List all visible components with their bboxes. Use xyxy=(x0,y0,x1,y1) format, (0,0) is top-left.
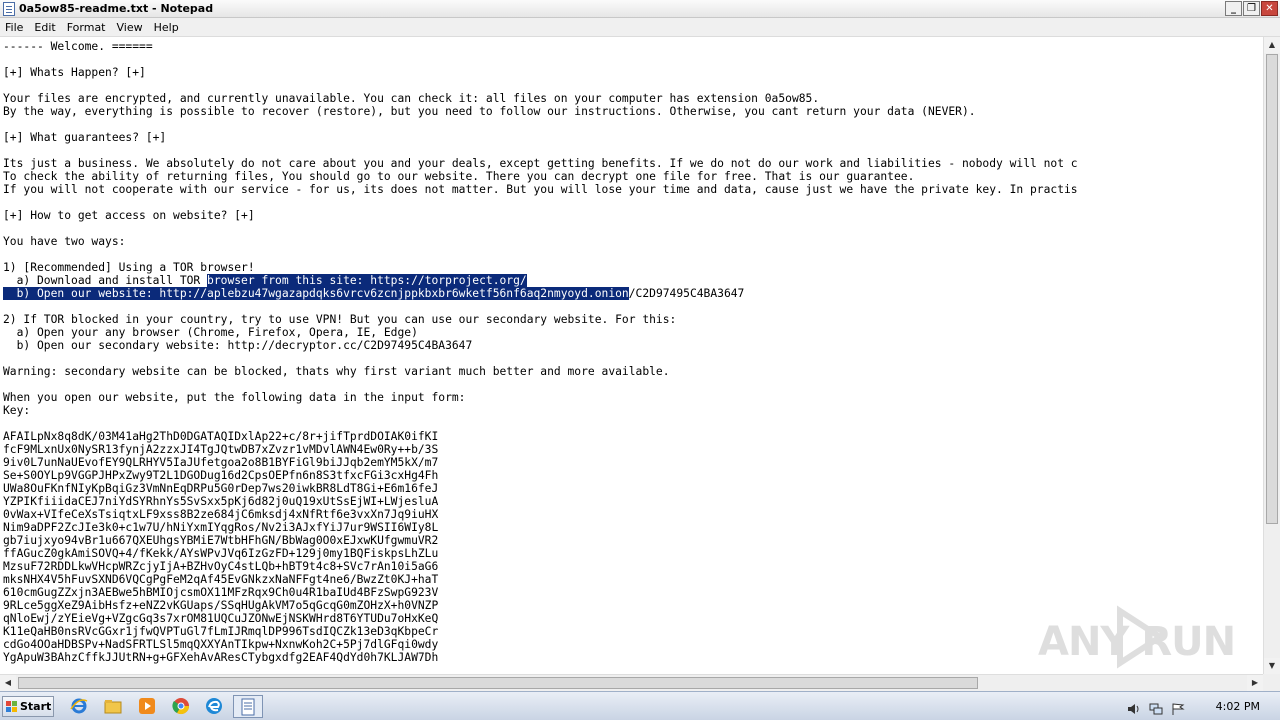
media-player-icon[interactable] xyxy=(138,697,156,715)
vertical-scroll-thumb[interactable] xyxy=(1266,54,1278,524)
notepad-taskbar-button[interactable] xyxy=(233,695,263,718)
text-line[interactable]: fcF9MLxnUx0NySR13fynjA2zzxJI4TgJQtwDB7xZ… xyxy=(3,443,1078,456)
text-line[interactable] xyxy=(3,417,1078,430)
text-line[interactable] xyxy=(3,222,1078,235)
menu-bar: File Edit Format View Help xyxy=(0,18,1280,37)
text-line[interactable] xyxy=(3,53,1078,66)
start-label: Start xyxy=(20,700,52,713)
start-button[interactable]: Start xyxy=(2,696,54,717)
edge-icon[interactable] xyxy=(205,697,223,715)
text-line[interactable]: a) Download and install TOR browser from… xyxy=(3,274,1078,287)
text-line[interactable]: 610cmGugZZxjn3AEBwe5hBMIOjcsmOX11MFzRqx9… xyxy=(3,586,1078,599)
text-line[interactable]: You have two ways: xyxy=(3,235,1078,248)
text-line[interactable]: 9RLce5ggXeZ9AibHsfz+eNZ2vKGUaps/SSqHUgAk… xyxy=(3,599,1078,612)
system-tray: 4:02 PM xyxy=(1115,692,1280,720)
taskbar-clock[interactable]: 4:02 PM xyxy=(1216,700,1260,713)
scroll-right-icon[interactable]: ▶ xyxy=(1247,675,1263,691)
text-line[interactable]: cdGo4OOaHDBSPv+NadSFRTLSl5mqQXXYAnTIkpw+… xyxy=(3,638,1078,651)
volume-icon[interactable] xyxy=(1127,700,1141,714)
text-line[interactable]: 0vWax+VIfeCeXsTsiqtxLF9xss8B2ze684jC6mks… xyxy=(3,508,1078,521)
text-line[interactable]: K11eQaHB0nsRVcGGxr1jfwQVPTuGl7fLmIJRmqlD… xyxy=(3,625,1078,638)
menu-file[interactable]: File xyxy=(0,18,29,37)
menu-edit[interactable]: Edit xyxy=(29,18,61,37)
explorer-icon[interactable] xyxy=(104,697,122,715)
scroll-left-icon[interactable]: ◀ xyxy=(0,675,16,691)
text-line[interactable] xyxy=(3,352,1078,365)
text-editor[interactable]: ------ Welcome. ====== [+] Whats Happen? … xyxy=(0,37,1263,674)
text-line[interactable] xyxy=(3,300,1078,313)
scroll-down-icon[interactable]: ▼ xyxy=(1264,658,1280,674)
text-line[interactable]: When you open our website, put the follo… xyxy=(3,391,1078,404)
text-line[interactable]: 1) [Recommended] Using a TOR browser! xyxy=(3,261,1078,274)
text-line[interactable]: If you will not cooperate with our servi… xyxy=(3,183,1078,196)
window-controls: _ ❐ ✕ xyxy=(1224,1,1278,17)
line-text: /C2D97495C4BA3647 xyxy=(628,287,745,300)
text-line[interactable]: [+] How to get access on website? [+] xyxy=(3,209,1078,222)
vertical-scrollbar[interactable]: ▲ ▼ xyxy=(1263,37,1280,674)
notepad-icon[interactable] xyxy=(3,2,15,16)
taskbar: Start 4:02 PM xyxy=(0,691,1280,720)
text-line[interactable]: Your files are encrypted, and currently … xyxy=(3,92,1078,105)
menu-format[interactable]: Format xyxy=(62,18,112,37)
text-line[interactable] xyxy=(3,248,1078,261)
text-line[interactable]: UWa8OuFKnfNIyKpBqiGz3VmNnEqDRPu5G0rDep7w… xyxy=(3,482,1078,495)
text-line[interactable]: Se+S0OYLp9VGGPJHPxZwy9T2L1DGODug16d2CpsO… xyxy=(3,469,1078,482)
chrome-icon[interactable] xyxy=(172,697,190,715)
horizontal-scroll-thumb[interactable] xyxy=(18,677,978,689)
text-line[interactable]: Key: xyxy=(3,404,1078,417)
scrollbar-corner xyxy=(1263,674,1280,691)
text-line[interactable]: a) Open your any browser (Chrome, Firefo… xyxy=(3,326,1078,339)
text-line[interactable] xyxy=(3,118,1078,131)
text-line[interactable]: b) Open our website: http://aplebzu47wga… xyxy=(3,287,1078,300)
text-line[interactable]: 9iv0L7unNaUEvofEY9QLRHYV5IaJUfetgoa2o8B1… xyxy=(3,456,1078,469)
horizontal-scrollbar[interactable]: ◀ ▶ xyxy=(0,674,1263,691)
menu-view[interactable]: View xyxy=(112,18,149,37)
windows-logo-icon xyxy=(6,701,17,712)
text-line[interactable]: 2) If TOR blocked in your country, try t… xyxy=(3,313,1078,326)
action-center-flag-icon[interactable] xyxy=(1171,700,1185,715)
text-line[interactable]: To check the ability of returning files,… xyxy=(3,170,1078,183)
notepad-icon xyxy=(241,698,255,716)
text-line[interactable]: qNloEwj/zYEieVg+VZgcGq3s7xrOM81UQCuJZONw… xyxy=(3,612,1078,625)
title-bar: 0a5ow85-readme.txt - Notepad _ ❐ ✕ xyxy=(0,0,1280,18)
text-line[interactable] xyxy=(3,144,1078,157)
text-line[interactable]: YgApuW3BAhzCffkJJUtRN+g+GFXehAvAResCTybg… xyxy=(3,651,1078,664)
text-line[interactable]: Warning: secondary website can be blocke… xyxy=(3,365,1078,378)
text-line[interactable] xyxy=(3,378,1078,391)
text-line[interactable]: ------ Welcome. ====== xyxy=(3,40,1078,53)
document-text[interactable]: ------ Welcome. ====== [+] Whats Happen? … xyxy=(3,40,1078,664)
line-text: a) Download and install TOR xyxy=(3,274,208,287)
text-line[interactable]: gb7iujxyo94vBr1u667QXEUhgsYBMiE7WtbHFhGN… xyxy=(3,534,1078,547)
text-line[interactable]: By the way, everything is possible to re… xyxy=(3,105,1078,118)
scroll-up-icon[interactable]: ▲ xyxy=(1264,37,1280,53)
close-button[interactable]: ✕ xyxy=(1261,1,1278,16)
text-line[interactable]: mksNHX4V5hFuvSXND6VQCgPgFeM2qAf45EvGNkzx… xyxy=(3,573,1078,586)
text-line[interactable]: Its just a business. We absolutely do no… xyxy=(3,157,1078,170)
menu-help[interactable]: Help xyxy=(149,18,185,37)
text-line[interactable]: AFAILpNx8q8dK/03M41aHg2ThD0DGATAQIDxlAp2… xyxy=(3,430,1078,443)
minimize-button[interactable]: _ xyxy=(1225,1,1242,16)
selected-text[interactable]: browser from this site: https://torproje… xyxy=(207,274,527,287)
anyrun-watermark: ANY RUN xyxy=(1038,605,1260,669)
text-line[interactable]: ffAGucZ0gkAmiSOVQ+4/fKekk/AYsWPvJVq6IzGz… xyxy=(3,547,1078,560)
text-line[interactable]: YZPIKfiiidaCEJ7niYdSYRhnYs5SvSxx5pKj6d82… xyxy=(3,495,1078,508)
network-icon[interactable] xyxy=(1149,700,1163,715)
ie-icon[interactable] xyxy=(70,697,88,715)
selected-text[interactable]: b) Open our website: http://aplebzu47wga… xyxy=(3,287,629,300)
text-line[interactable]: [+] Whats Happen? [+] xyxy=(3,66,1078,79)
watermark-text: ANY RUN xyxy=(1038,619,1236,665)
text-line[interactable] xyxy=(3,79,1078,92)
text-line[interactable]: Nim9aDPF2ZcJIe3k0+c1w7U/hNiYxmIYqgRos/Nv… xyxy=(3,521,1078,534)
text-line[interactable]: [+] What guarantees? [+] xyxy=(3,131,1078,144)
window-title: 0a5ow85-readme.txt - Notepad xyxy=(19,2,214,15)
text-line[interactable]: MzsuF72RDDLkwVHcpWRZcjyIjA+BZHvOyC4stLQb… xyxy=(3,560,1078,573)
maximize-button[interactable]: ❐ xyxy=(1243,1,1260,16)
text-line[interactable]: b) Open our secondary website: http://de… xyxy=(3,339,1078,352)
text-line[interactable] xyxy=(3,196,1078,209)
